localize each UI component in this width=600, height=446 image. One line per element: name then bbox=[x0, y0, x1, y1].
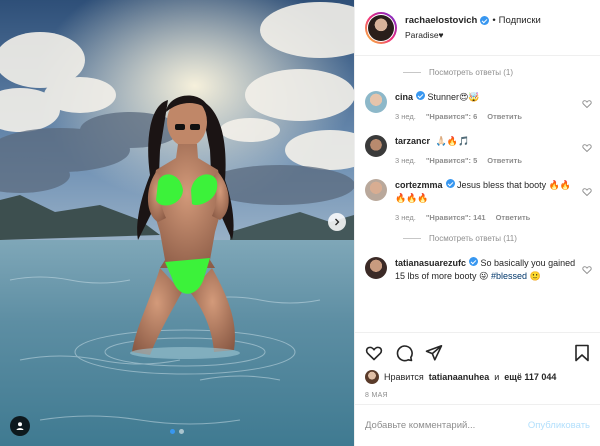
replies-divider bbox=[403, 72, 421, 73]
carousel-dot-active bbox=[170, 429, 175, 434]
liker-avatar[interactable] bbox=[365, 370, 379, 384]
tagged-users-button[interactable] bbox=[10, 416, 30, 436]
comments-list[interactable]: Посмотреть ответы (1) cina Stunner😍🤯 3 н… bbox=[355, 56, 600, 332]
post-location[interactable]: Paradise♥ bbox=[405, 30, 541, 40]
instagram-post-modal: rachaelostovich • Подписки Paradise♥ Пос… bbox=[0, 0, 600, 446]
comment-avatar[interactable] bbox=[365, 91, 387, 113]
comment-like-heart-icon[interactable] bbox=[582, 143, 592, 153]
publish-comment-button[interactable]: Опубликовать bbox=[528, 420, 590, 431]
verified-badge-icon bbox=[480, 16, 490, 25]
view-replies-link[interactable]: Посмотреть ответы (1) bbox=[403, 68, 592, 77]
add-comment-input[interactable] bbox=[365, 420, 515, 431]
comment-age[interactable]: 3 нед. bbox=[395, 213, 416, 222]
comment-item: tatianasuarezufc So basically you gained… bbox=[365, 257, 592, 283]
view-replies-label: Посмотреть ответы (1) bbox=[429, 68, 514, 77]
save-bookmark-icon[interactable] bbox=[574, 344, 590, 362]
comment-composer: Опубликовать bbox=[355, 404, 600, 446]
likes-conjunction: и bbox=[494, 372, 500, 382]
author-avatar[interactable] bbox=[365, 11, 397, 44]
likes-summary: Нравится tatianaanuhea и ещё 117 044 bbox=[365, 370, 590, 384]
likes-count-link[interactable]: ещё 117 044 bbox=[504, 372, 556, 382]
verified-badge-icon bbox=[469, 257, 479, 266]
comment-likes-count[interactable]: "Нравится": 141 bbox=[426, 213, 486, 222]
comment-emoji: 🙂 bbox=[529, 271, 541, 281]
replies-divider bbox=[403, 238, 421, 239]
post-photo[interactable] bbox=[0, 0, 354, 446]
comment-like-heart-icon[interactable] bbox=[582, 99, 592, 109]
author-username[interactable]: rachaelostovich bbox=[405, 15, 477, 26]
like-heart-icon[interactable] bbox=[365, 344, 383, 362]
comment-item: cina Stunner😍🤯 3 нед. "Нравится": 6 Отве… bbox=[365, 91, 592, 121]
comment-item: cortezmma Jesus bless that booty 🔥🔥🔥🔥🔥 3… bbox=[365, 179, 592, 222]
likes-prefix: Нравится bbox=[384, 372, 424, 382]
following-button[interactable]: Подписки bbox=[499, 15, 541, 26]
post-header: rachaelostovich • Подписки Paradise♥ bbox=[355, 0, 600, 56]
carousel-indicator bbox=[0, 429, 354, 434]
share-paper-plane-icon[interactable] bbox=[425, 344, 443, 362]
comment-like-heart-icon[interactable] bbox=[582, 187, 592, 197]
post-actions: Нравится tatianaanuhea и ещё 117 044 8 М… bbox=[355, 332, 600, 399]
view-replies-label: Посмотреть ответы (11) bbox=[429, 234, 517, 243]
next-slide-button[interactable] bbox=[328, 213, 346, 231]
header-separator: • bbox=[492, 15, 496, 26]
comment-username[interactable]: cina bbox=[395, 92, 413, 102]
comment-username[interactable]: tarzancr bbox=[395, 136, 430, 146]
comment-age[interactable]: 3 нед. bbox=[395, 156, 416, 165]
comment-likes-count[interactable]: "Нравится": 5 bbox=[426, 156, 477, 165]
comment-hashtag-link[interactable]: #blessed bbox=[491, 271, 527, 281]
view-replies-link[interactable]: Посмотреть ответы (11) bbox=[403, 234, 592, 243]
comment-age[interactable]: 3 нед. bbox=[395, 112, 416, 121]
comment-reply-button[interactable]: Ответить bbox=[487, 156, 522, 165]
beach-scene-image bbox=[0, 0, 354, 446]
comment-text: Stunner😍🤯 bbox=[427, 92, 480, 102]
comment-avatar[interactable] bbox=[365, 135, 387, 157]
user-tag-icon bbox=[16, 422, 24, 430]
comment-like-heart-icon[interactable] bbox=[582, 265, 592, 275]
comment-reply-button[interactable]: Ответить bbox=[496, 213, 531, 222]
carousel-dot bbox=[179, 429, 184, 434]
comment-bubble-icon[interactable] bbox=[395, 344, 413, 362]
comment-text: 🙏🏻🔥🎵 bbox=[435, 136, 470, 146]
comment-username[interactable]: cortezmma bbox=[395, 180, 443, 190]
post-side-panel: rachaelostovich • Подписки Paradise♥ Пос… bbox=[354, 0, 600, 446]
comment-reply-button[interactable]: Ответить bbox=[487, 112, 522, 121]
comment-item: tarzancr 🙏🏻🔥🎵 3 нед. "Нравится": 5 Ответ… bbox=[365, 135, 592, 165]
verified-badge-icon bbox=[416, 91, 426, 100]
comment-likes-count[interactable]: "Нравится": 6 bbox=[426, 112, 477, 121]
comment-avatar[interactable] bbox=[365, 179, 387, 201]
comment-username[interactable]: tatianasuarezufc bbox=[395, 258, 466, 268]
chevron-right-icon bbox=[335, 218, 340, 226]
liker-username[interactable]: tatianaanuhea bbox=[429, 372, 490, 382]
comment-avatar[interactable] bbox=[365, 257, 387, 279]
verified-badge-icon bbox=[445, 179, 455, 188]
post-date[interactable]: 8 МАЯ bbox=[365, 392, 590, 399]
